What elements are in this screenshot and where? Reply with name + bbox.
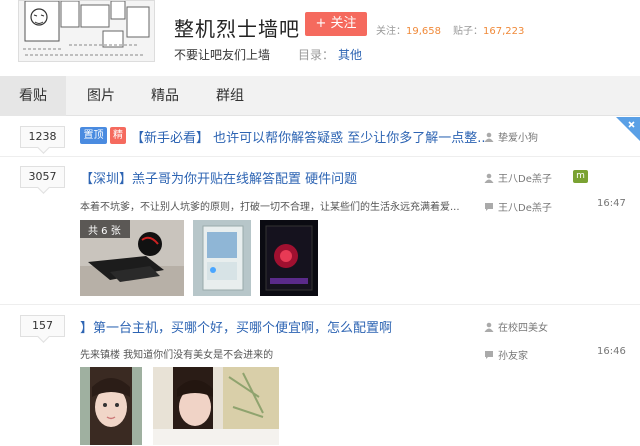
last-reply-author-name: 孙友家 <box>498 351 528 362</box>
follow-count: 19,658 <box>406 26 441 37</box>
last-reply-author[interactable]: 孙友家 <box>484 347 528 362</box>
thread-author[interactable]: 挚爱小狗 <box>484 129 538 144</box>
thread-abstract: 先来镇楼 我知道你们没有美女是不会进来的 <box>80 350 274 361</box>
catalog-link[interactable]: 其他 <box>338 48 362 62</box>
thread-item[interactable]: 1238 置顶 精 【新手必看】 也许可以帮你解答疑惑 至少让你多了解一点整..… <box>0 117 640 157</box>
forum-stats: 关注：19,658 贴子：167,223 <box>376 22 536 37</box>
thread-author-name: 王八De羔子 <box>498 174 552 185</box>
image-count: 共 6 张 <box>88 226 121 237</box>
forum-slogan: 不要让吧友们上墙 <box>174 48 271 62</box>
tab-featured[interactable]: 精品 <box>151 76 179 116</box>
forum-title: 整机烈士墙吧 <box>174 17 300 41</box>
reply-count: 3057 <box>20 166 65 188</box>
last-reply-author-name: 王八De羔子 <box>498 203 552 214</box>
last-reply-author[interactable]: 王八De羔子 <box>484 199 552 214</box>
post-stat-label: 贴子： <box>453 26 483 37</box>
reply-bubble-icon <box>485 203 493 211</box>
thread-image[interactable] <box>80 367 142 445</box>
thread-author-name: 挚爱小狗 <box>498 133 538 144</box>
thread-author-name: 在校四美女 <box>498 323 548 334</box>
thread-title[interactable]: 【深圳】羔子哥为你开贴在线解答配置 硬件问题 <box>80 168 357 187</box>
forum-catalog: 目录： 其他 <box>298 46 362 63</box>
user-icon <box>484 173 494 183</box>
thread-title[interactable]: 【新手必看】 也许可以帮你解答疑惑 至少让你多了解一点整... <box>131 127 490 146</box>
reply-count: 157 <box>20 315 65 337</box>
reply-time: 16:46 <box>597 346 626 357</box>
thread-author[interactable]: 王八De羔子 <box>484 170 552 185</box>
user-icon <box>484 322 494 332</box>
pinned-tag: 置顶 <box>80 127 107 144</box>
thread-author[interactable]: 在校四美女 <box>484 319 548 334</box>
thread-image[interactable] <box>153 367 279 445</box>
tab-groups[interactable]: 群组 <box>216 76 244 116</box>
featured-tag: 精 <box>110 127 126 144</box>
catalog-label: 目录： <box>298 48 335 62</box>
forum-avatar[interactable] <box>18 0 155 62</box>
thread-item[interactable]: 3057 【深圳】羔子哥为你开贴在线解答配置 硬件问题 王八De羔子 本着不坑爹… <box>0 158 640 305</box>
tab-posts[interactable]: 看贴 <box>0 76 66 116</box>
follow-stat-label: 关注： <box>376 26 406 37</box>
thread-item[interactable]: 157 】第一台主机，买哪个好，买哪个便宜啊，怎么配置啊 在校四美女 先来镇楼 … <box>0 306 640 446</box>
post-count: 167,223 <box>483 26 525 37</box>
thread-title[interactable]: 】第一台主机，买哪个好，买哪个便宜啊，怎么配置啊 <box>80 317 392 336</box>
thread-image[interactable] <box>193 220 251 296</box>
reply-count: 1238 <box>20 126 65 148</box>
thread-abstract: 本着不坑爹，不让别人坑爹的原则，打破一切不合理，让某些们的生活永远充满着爱... <box>80 202 460 213</box>
reply-time: 16:47 <box>597 198 626 209</box>
thread-image[interactable] <box>260 220 318 296</box>
phone-badge-icon: m <box>573 170 588 183</box>
tab-bar: 看贴 图片 精品 群组 <box>0 76 640 116</box>
follow-button[interactable]: + 关注 <box>305 12 367 36</box>
tab-pictures[interactable]: 图片 <box>87 76 115 116</box>
user-icon <box>484 132 494 142</box>
forum-header: 整机烈士墙吧 + 关注 关注：19,658 贴子：167,223 不要让吧友们上墙… <box>0 0 640 76</box>
reply-bubble-icon <box>485 351 493 359</box>
thread-image[interactable]: 共 6 张 <box>80 220 184 296</box>
